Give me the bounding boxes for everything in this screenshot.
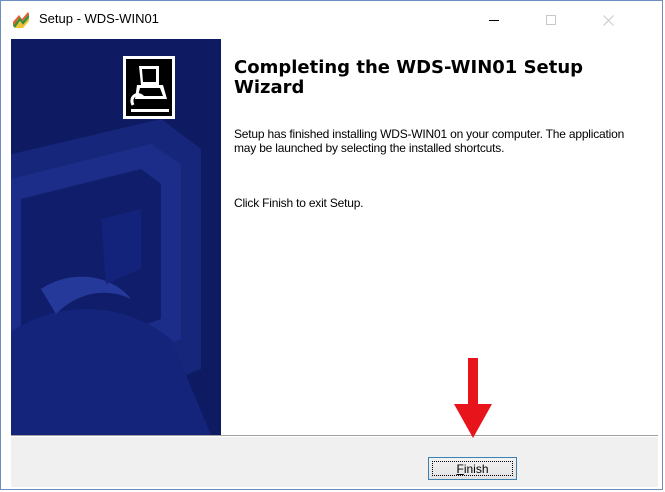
finish-label-rest: inish xyxy=(463,461,489,476)
exit-instruction: Click Finish to exit Setup. xyxy=(234,196,364,210)
setup-app-icon xyxy=(11,10,31,30)
finished-message: Setup has finished installing WDS-WIN01 … xyxy=(234,127,625,155)
red-down-arrow-icon xyxy=(454,358,492,438)
sidebar-artwork xyxy=(11,39,221,435)
maximize-icon xyxy=(546,15,556,25)
wizard-content: Completing the WDS-WIN01 Setup Wizard Se… xyxy=(221,39,658,435)
wizard-heading: Completing the WDS-WIN01 Setup Wizard xyxy=(234,57,584,98)
setup-window: Setup - WDS-WIN01 Completing the WDS-WIN… xyxy=(0,0,663,490)
finish-button-label: Finish xyxy=(432,461,513,476)
close-icon xyxy=(602,14,614,26)
finish-accelerator: F xyxy=(456,461,464,476)
minimize-icon xyxy=(489,20,499,21)
maximize-button[interactable] xyxy=(528,1,574,39)
computer-install-icon xyxy=(123,56,175,119)
finish-button[interactable]: Finish xyxy=(428,457,517,480)
wizard-footer: Finish xyxy=(11,437,658,487)
minimize-button[interactable] xyxy=(471,1,517,39)
close-button[interactable] xyxy=(585,1,631,39)
window-title: Setup - WDS-WIN01 xyxy=(39,11,159,26)
title-bar[interactable]: Setup - WDS-WIN01 xyxy=(1,1,662,39)
wizard-sidebar-image xyxy=(11,39,221,435)
